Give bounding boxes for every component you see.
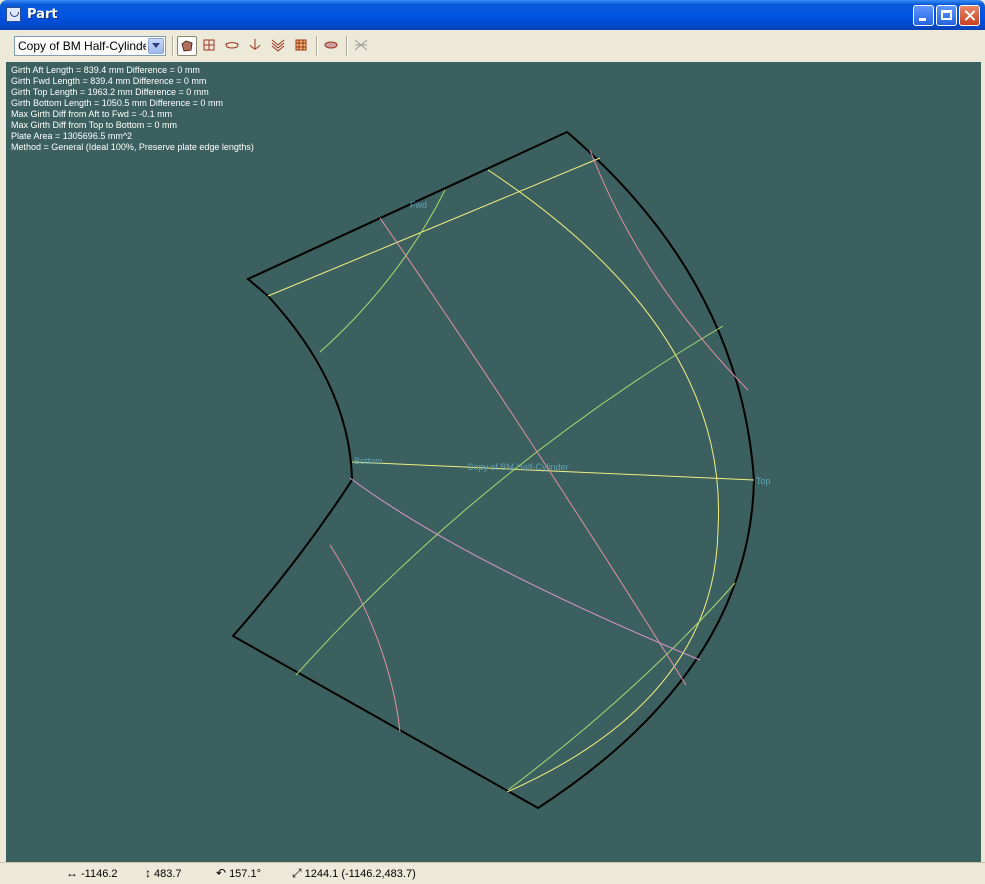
reset-icon [354,39,368,51]
status-angle: ↶ 157.1° [216,866,261,880]
frames-button[interactable] [269,36,289,56]
status-length: ⤢ 1244.1 (-1146.2,483.7) [292,866,416,881]
bottom-violet-line [349,477,701,661]
minimize-button[interactable] [913,5,934,26]
top-label: Top [756,476,771,486]
center-label: Copy of BM Half-Cylinder [467,462,569,472]
toolbar-separator [316,36,318,56]
mesh-icon [295,39,307,51]
toolbar: Copy of BM Half-Cylinder [4,30,981,63]
fwd-green-line [319,189,446,353]
center-pink-line [379,217,687,686]
status-coords-value: (-1146.2,483.7) [341,868,416,880]
chevron-down-icon[interactable] [148,38,164,54]
title-bar[interactable]: Part [0,0,985,30]
rotate-angle-icon: ↶ [216,866,227,880]
part-select-value: Copy of BM Half-Cylinder [18,39,146,53]
section-button[interactable] [223,36,243,56]
status-y: ↕ 483.7 [145,866,182,880]
status-angle-value: 157.1° [229,868,261,880]
drawing-viewport[interactable]: Girth Aft Length = 839.4 mm Difference =… [6,62,981,862]
close-button[interactable] [959,5,980,26]
reset-button[interactable] [352,36,372,56]
fwd-label: Fwd [410,200,427,210]
lower-green-line [507,582,736,791]
mesh-button[interactable] [292,36,312,56]
bottom-label: Bottom [354,456,383,466]
rotate-button[interactable] [322,36,342,56]
status-x: ↔ -1146.2 [66,866,118,880]
status-y-value: 483.7 [154,868,182,880]
part-select[interactable]: Copy of BM Half-Cylinder [14,36,166,56]
section-icon [225,42,239,49]
right-pink-line [589,149,749,391]
horizontal-arrows-icon: ↔ [66,866,78,880]
maximize-button[interactable] [936,5,957,26]
diagonal-arrows-icon: ⤢ [292,866,302,880]
vertical-arrows-icon: ↕ [145,866,151,880]
toolbar-separator [346,36,348,56]
status-x-value: -1146.2 [81,868,118,880]
left-pink-line [329,544,401,733]
status-length-value: 1244.1 [304,868,339,880]
grid-button[interactable] [200,36,220,56]
part-window: Part Copy of BM Half-Cylinder Girth Aft … [0,0,985,884]
top-girth-line [267,157,601,297]
plate-view-button[interactable] [177,36,197,56]
plate-icon [181,40,193,52]
status-bar: ↔ -1146.2 ↕ 483.7 ↶ 157.1° ⤢ 1244.1 (-1146.2… [0,862,985,884]
diagonal-green-line [295,325,724,676]
plate-drawing: Fwd Bottom Copy of BM Half-Cylinder Top [231,130,771,810]
grid-icon [203,39,215,51]
window-right-border [981,62,985,862]
frames-icon [271,39,285,52]
anchor-button[interactable] [246,36,266,56]
anchor-icon [249,39,261,50]
rotate-icon [324,41,338,49]
window-title: Part [27,7,58,22]
toolbar-separator [172,36,174,56]
app-icon[interactable] [6,7,21,22]
